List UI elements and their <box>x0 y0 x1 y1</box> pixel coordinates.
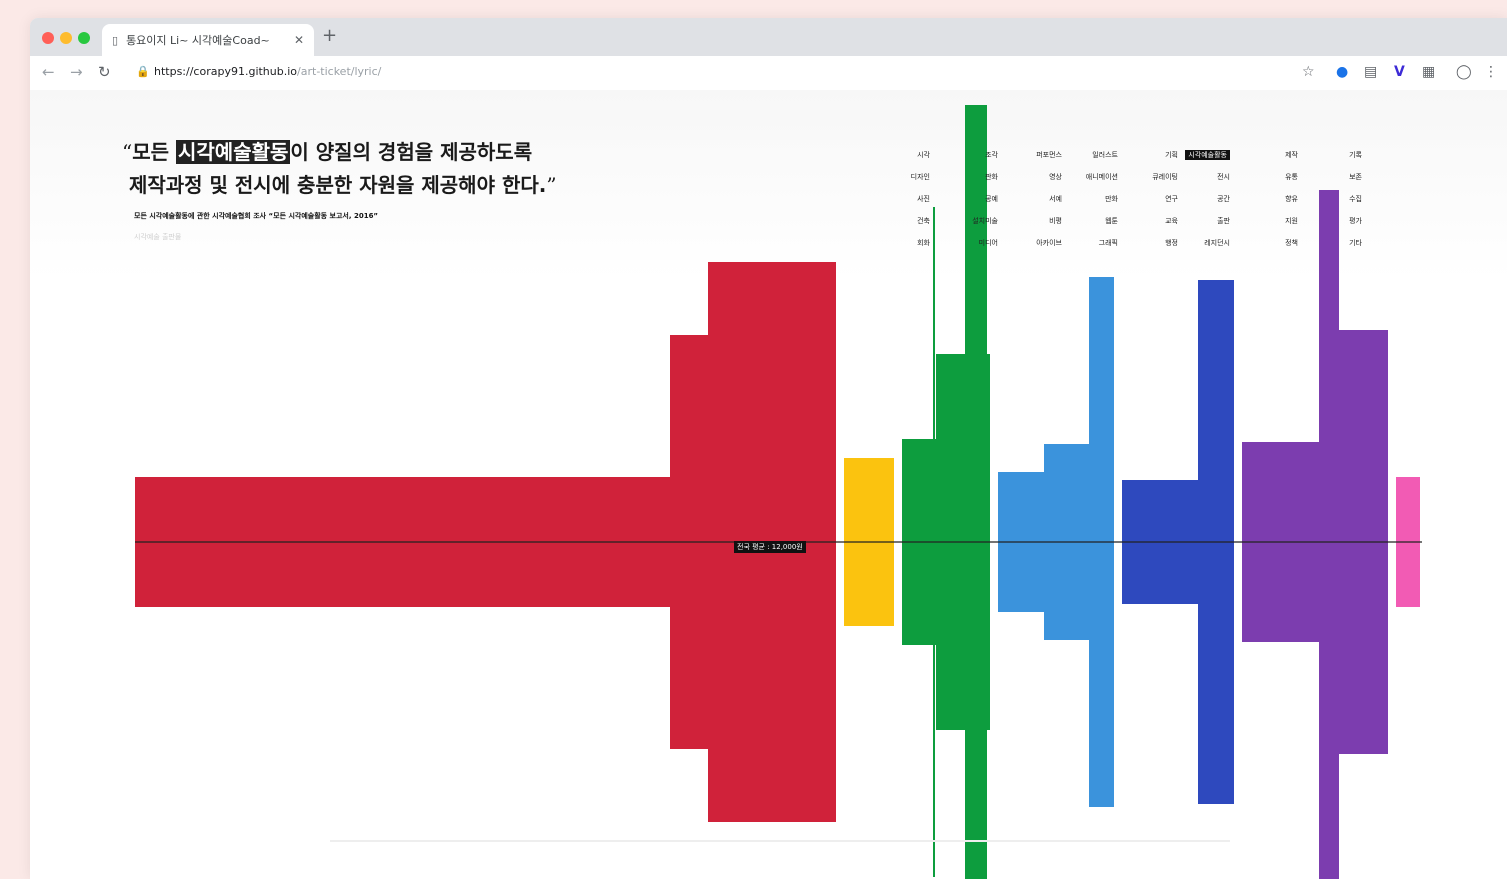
legend-item-label: 보존 <box>1349 173 1362 181</box>
address-bar[interactable]: https://corapy91.github.io/art-ticket/ly… <box>154 65 381 78</box>
legend-item-label: 기타 <box>1349 239 1362 247</box>
legend-item-label: 평가 <box>1349 217 1362 225</box>
quote-prefix: 모든 <box>132 140 176 164</box>
profile-icon[interactable]: ◯ <box>1456 64 1472 80</box>
star-icon[interactable]: ☆ <box>1302 64 1315 80</box>
extension-blue-icon[interactable]: ● <box>1336 64 1348 80</box>
quote-highlight[interactable]: 시각예술활동 <box>176 140 291 164</box>
legend-item[interactable]: 수집 <box>1252 194 1362 216</box>
legend-item[interactable]: 평가 <box>1252 216 1362 238</box>
page-quote: “모든 시각예술활동 이 양질의 경험을 제공하도록 제작과정 및 전시에 충분한… <box>122 136 642 202</box>
browser-toolbar: ← → ↻ 🔒 https://corapy91.github.io/art-t… <box>30 56 1507 91</box>
menu-icon[interactable]: ⋮ <box>1484 64 1498 80</box>
url-path: /art-ticket/lyric/ <box>297 65 382 78</box>
v-extension-icon[interactable]: V <box>1394 64 1405 80</box>
tab-bar: ▯ 통요이지 Li~ 시각예술Coad~ ✕ + <box>30 18 1507 56</box>
legend-item-label: 기록 <box>1349 151 1362 159</box>
close-quote-mark: ” <box>546 173 557 197</box>
forward-arrow-icon[interactable]: → <box>70 63 83 81</box>
quote-citation: 모든 시각예술활동에 관한 시각예술협회 조사 “모든 시각예술활동 보고서, … <box>134 212 379 220</box>
quote-line2: 제작과정 및 전시에 충분한 자원을 제공해야 한다. <box>128 173 547 197</box>
scroll-track <box>330 840 1230 842</box>
overlay-strip <box>1319 190 1339 879</box>
legend-item-label: 수집 <box>1349 195 1362 203</box>
back-arrow-icon[interactable]: ← <box>42 63 55 81</box>
tab-close-icon[interactable]: ✕ <box>294 33 304 47</box>
open-quote-mark: “ <box>122 140 133 164</box>
tab-title: 통요이지 Li~ 시각예술Coad~ <box>126 34 270 47</box>
new-tab-button[interactable]: + <box>322 27 337 45</box>
minimize-window-button[interactable] <box>60 32 72 44</box>
close-window-button[interactable] <box>42 32 54 44</box>
reader-icon[interactable]: ▤ <box>1364 64 1377 80</box>
legend-column: 기록보존수집평가기타 <box>1252 150 1362 260</box>
quote-line1: 이 양질의 경험을 제공하도록 <box>290 140 533 164</box>
grid-icon[interactable]: ▦ <box>1422 64 1435 80</box>
page-content: “모든 시각예술활동 이 양질의 경험을 제공하도록 제작과정 및 전시에 충분한… <box>30 90 1507 879</box>
browser-window: ▯ 통요이지 Li~ 시각예술Coad~ ✕ + ← → ↻ 🔒 https:/… <box>30 18 1507 879</box>
quote-citation-sub: 시각예술 출판물 <box>134 233 182 241</box>
maximize-window-button[interactable] <box>78 32 90 44</box>
legend-item[interactable]: 보존 <box>1252 172 1362 194</box>
median-label: 전국 평균 : 12,000원 <box>734 541 806 553</box>
legend-item[interactable]: 기타 <box>1252 238 1362 260</box>
lock-icon: 🔒 <box>136 65 150 78</box>
reload-icon[interactable]: ↻ <box>98 63 111 81</box>
document-icon: ▯ <box>112 33 119 47</box>
url-host: https://corapy91.github.io <box>154 65 298 78</box>
legend-item[interactable]: 기록 <box>1252 150 1362 172</box>
tab-active[interactable]: ▯ 통요이지 Li~ 시각예술Coad~ ✕ <box>102 24 314 56</box>
